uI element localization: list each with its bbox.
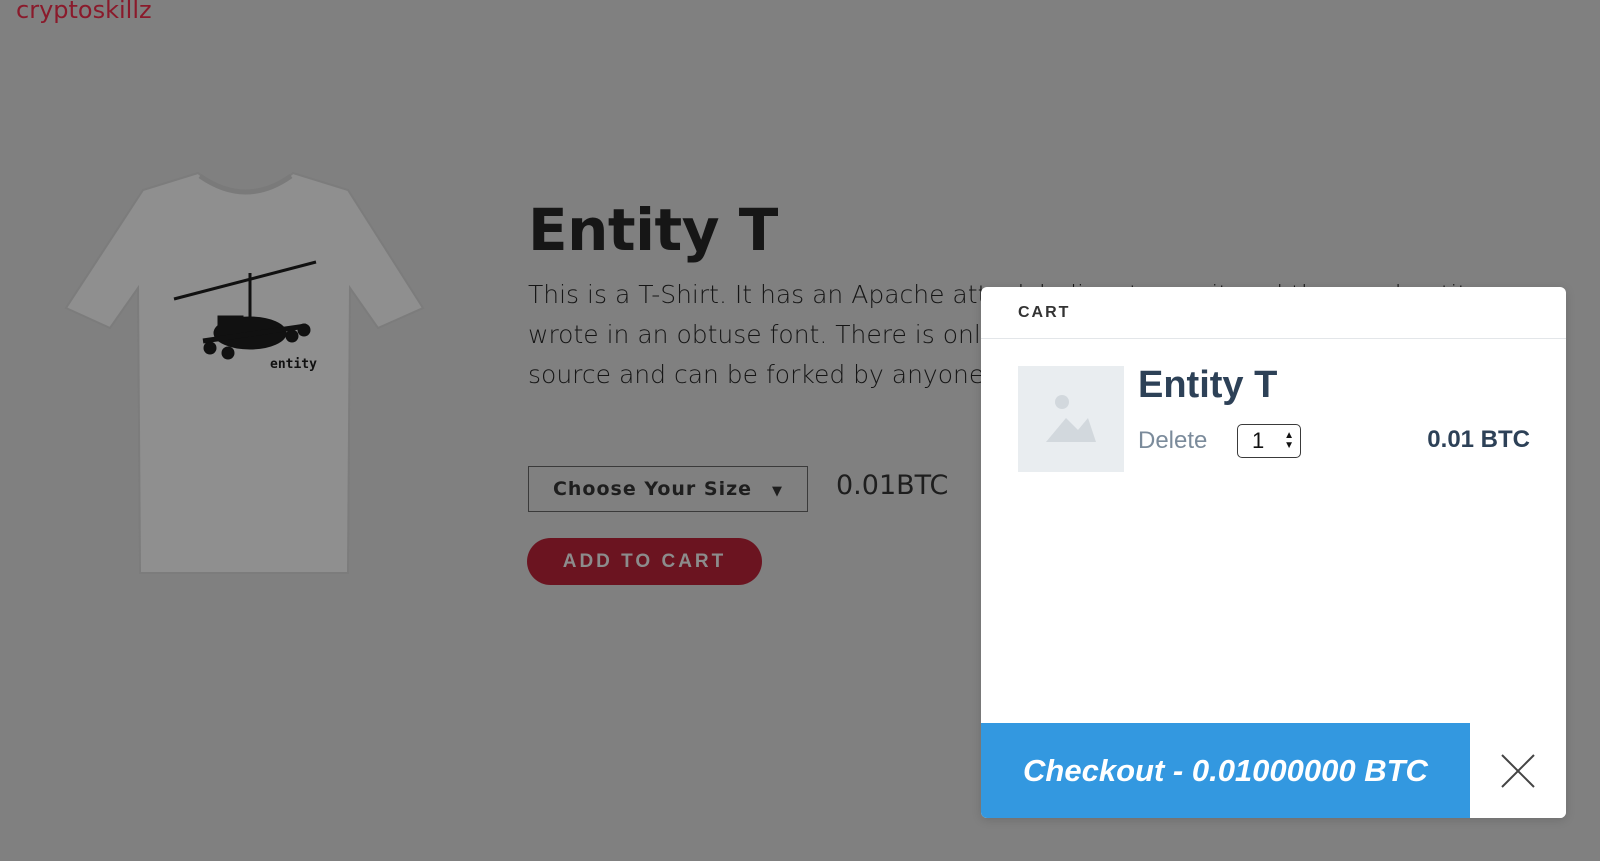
svg-text:entity: entity <box>270 357 317 372</box>
cart-line-item: Entity T Delete 1 ▲ ▼ 0.01 BTC <box>981 339 1566 479</box>
product-price: 0.01BTC <box>836 470 949 501</box>
close-button[interactable] <box>1470 723 1566 818</box>
delete-button[interactable]: Delete <box>1138 427 1207 455</box>
checkout-button[interactable]: Checkout - 0.01000000 BTC <box>981 723 1470 818</box>
brand-logo-link[interactable]: cryptoskillz <box>16 0 152 24</box>
add-to-cart-button[interactable]: ADD TO CART <box>527 538 762 585</box>
image-placeholder-icon <box>1018 366 1124 472</box>
cart-header: CART <box>981 287 1566 339</box>
cart-panel: CART Entity T Delete 1 ▲ ▼ 0.01 BTC Check… <box>981 287 1566 818</box>
size-select-label: Choose Your Size <box>552 478 753 500</box>
cart-footer: Checkout - 0.01000000 BTC <box>981 723 1566 818</box>
tshirt-image: entity <box>64 171 425 574</box>
chevron-down-icon: ▼ <box>772 483 784 499</box>
quantity-stepper[interactable]: 1 ▲ ▼ <box>1237 424 1301 458</box>
cart-item-price: 0.01 BTC <box>1427 426 1530 453</box>
quantity-value: 1 <box>1252 428 1265 453</box>
cart-item-title: Entity T <box>1138 364 1278 406</box>
size-select[interactable]: Choose Your Size ▼ <box>528 466 808 512</box>
spinner-arrows-icon[interactable]: ▲ ▼ <box>1284 431 1294 451</box>
close-icon <box>1501 753 1535 788</box>
product-title: Entity T <box>528 196 778 264</box>
product-image: entity <box>58 168 438 588</box>
